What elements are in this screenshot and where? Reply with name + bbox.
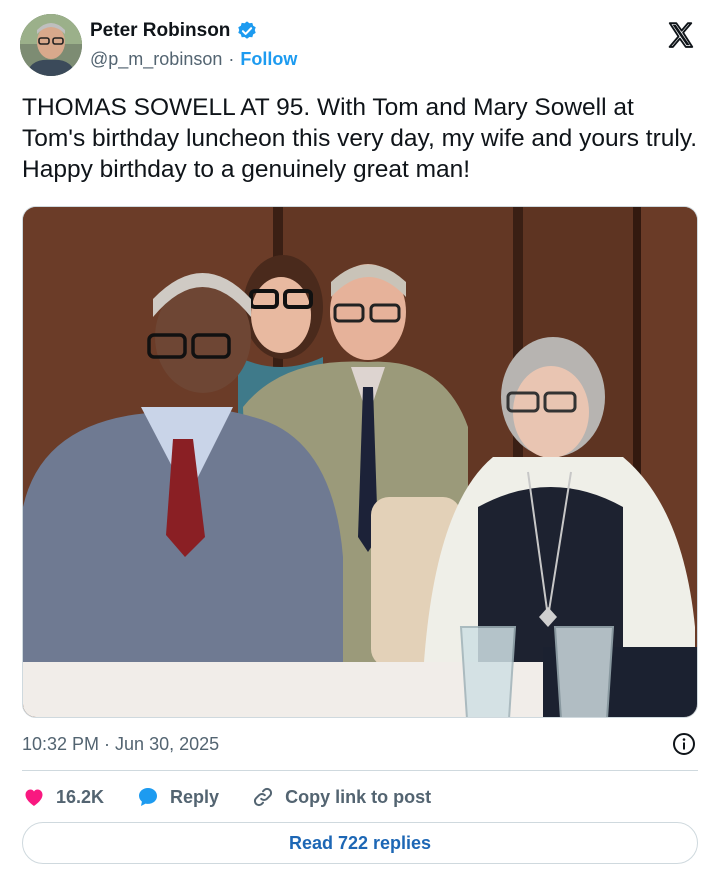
verified-badge-icon	[238, 21, 257, 39]
tweet-embed-card: Peter Robinson @p_m_robinson · Follow TH…	[0, 0, 720, 886]
read-replies-button[interactable]: Read 722 replies	[22, 822, 698, 864]
link-icon	[254, 787, 273, 807]
tweet-photo[interactable]	[22, 206, 698, 718]
reply-button[interactable]: Reply	[136, 785, 219, 809]
author-handle[interactable]: @p_m_robinson	[90, 49, 222, 70]
reply-label: Reply	[170, 786, 220, 807]
tweet-timestamp[interactable]: 10:32 PM · Jun 30, 2025	[22, 734, 219, 754]
like-count: 16.2K	[56, 786, 105, 807]
tweet-header: Peter Robinson @p_m_robinson · Follow	[20, 14, 700, 80]
info-icon[interactable]	[672, 732, 696, 756]
copy-link-button[interactable]: Copy link to post	[251, 785, 431, 809]
author-avatar[interactable]	[20, 14, 82, 76]
timestamp-row: 10:32 PM · Jun 30, 2025	[22, 730, 698, 758]
author-name[interactable]: Peter Robinson	[90, 20, 230, 42]
heart-icon	[25, 789, 43, 806]
copy-link-label: Copy link to post	[285, 786, 432, 807]
like-button[interactable]: 16.2K	[22, 785, 104, 809]
divider	[22, 770, 698, 771]
x-logo-icon[interactable]	[666, 20, 696, 50]
reply-bubble-icon	[139, 788, 158, 806]
handle-separator: ·	[228, 49, 235, 69]
action-bar: 16.2K Reply Copy link to post	[22, 782, 463, 812]
follow-button[interactable]: Follow	[240, 49, 297, 70]
tweet-text: THOMAS SOWELL AT 95. With Tom and Mary S…	[22, 94, 698, 183]
